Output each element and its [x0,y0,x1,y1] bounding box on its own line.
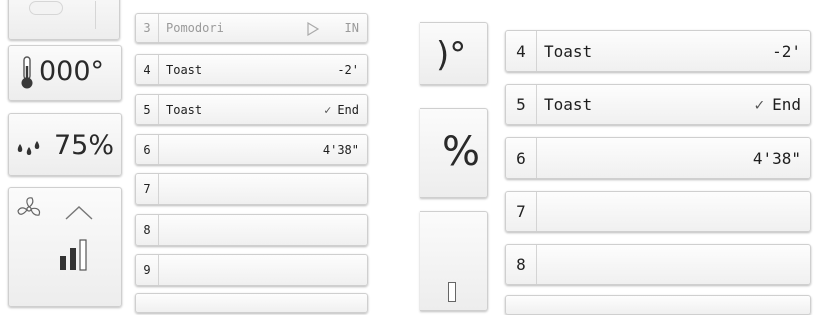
row-number: 8 [136,215,159,245]
row-number: 8 [506,245,537,284]
zoom-row-7[interactable]: 7 [505,191,811,232]
zoom-degree-text: )° [436,35,467,75]
program-row-5[interactable]: 5 Toast ✓ End [135,94,368,125]
row-value: -2' [337,62,359,77]
checkmark-icon: ✓ [754,95,765,114]
temperature-value: 000° [39,56,104,87]
checkmark-icon: ✓ [324,102,332,117]
row-name: Toast [166,62,203,77]
droplets-icon [17,141,40,155]
row-value-wrap: ✓ End [754,85,801,124]
row-name: Toast [166,102,203,117]
zoom-percent-text: % [442,129,481,175]
row-value-wrap: ✓ End [324,95,359,124]
program-row-6[interactable]: 6 4'38" [135,134,368,165]
program-row-7[interactable]: 7 [135,173,368,205]
row-value: End [772,95,801,114]
row-name: Toast [544,41,593,61]
row-number: 6 [136,135,159,164]
row-name: Pomodori [166,21,224,35]
humidity-number: 75 [54,130,89,161]
zoom-row-8[interactable]: 8 [505,244,811,285]
program-row-partial[interactable] [135,293,368,313]
row-number: 9 [136,255,159,285]
temperature-number: 000 [39,56,91,87]
fan-icon [17,197,41,216]
program-row-3[interactable]: 3 Pomodori IN [135,13,368,43]
program-row-8[interactable]: 8 [135,214,368,246]
row-value: 4'38" [322,142,359,157]
row-number: 5 [136,95,159,124]
row-value: 4'38" [752,148,801,168]
row-value: End [337,102,359,117]
zoom-row-6[interactable]: 6 4'38" [505,137,811,179]
program-row-4[interactable]: 4 Toast -2' [135,54,368,85]
program-row-9[interactable]: 9 [135,254,368,286]
row-number: 4 [506,31,537,71]
humidity-unit: % [88,130,115,161]
row-value: -2' [772,41,801,61]
humidity-value: 75% [54,130,114,161]
zoom-humidity-tile-partial: % [420,108,488,198]
row-number: 4 [136,55,159,84]
row-number: 6 [506,138,537,178]
tile-divider [95,1,96,29]
temperature-unit: ° [90,56,105,87]
zoom-row-5[interactable]: 5 Toast ✓ End [505,84,811,125]
humidity-tile[interactable]: 75% [8,113,122,176]
row-number: 5 [506,85,537,124]
fan-tile[interactable] [8,187,122,307]
top-tile[interactable] [8,0,120,40]
signal-bars-icon [60,239,87,271]
temperature-tile[interactable]: 000° [8,45,122,101]
chevron-up-icon[interactable] [64,205,94,221]
row-number: 7 [136,174,159,204]
zoom-temperature-tile-partial: )° [420,22,488,85]
thermometer-icon [21,56,33,89]
zoom-row-4[interactable]: 4 Toast -2' [505,30,811,72]
row-value: IN [344,21,359,35]
row-name: Toast [544,95,593,114]
signal-bars-icon [448,282,456,302]
row-number: 3 [136,14,159,42]
cloud-icon [29,1,63,15]
row-number: 7 [506,192,537,231]
zoom-row-partial[interactable] [505,295,811,315]
play-outline-icon [307,22,320,36]
zoom-fan-tile-partial [420,211,488,311]
